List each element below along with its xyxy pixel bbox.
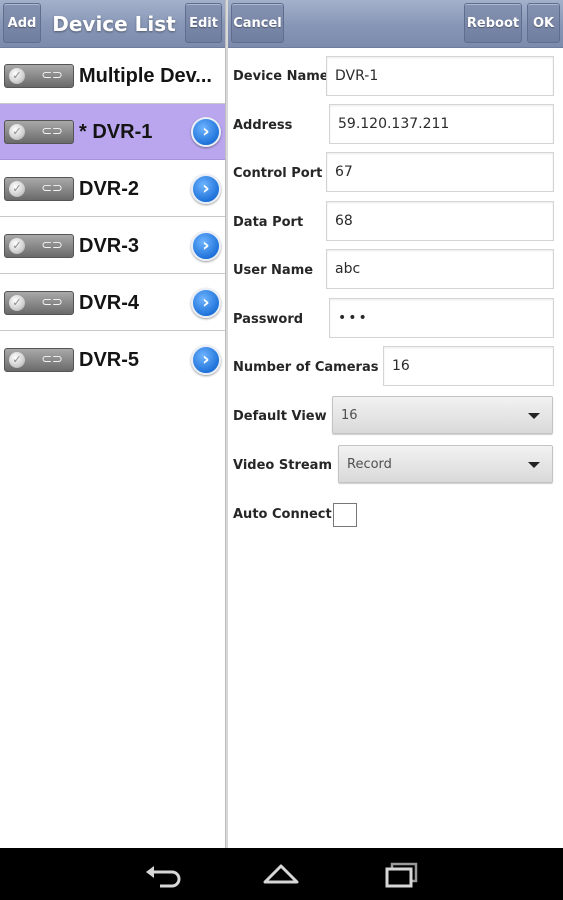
device-label: DVR-5	[79, 348, 140, 371]
cancel-button[interactable]: Cancel	[231, 3, 284, 43]
camera-device-icon: ✓ ⊂⊃	[4, 64, 74, 88]
control-port-field[interactable]	[326, 152, 554, 192]
device-label: Multiple Dev...	[79, 64, 212, 87]
system-navigation-bar	[0, 848, 563, 900]
edit-button[interactable]: Edit	[185, 3, 222, 43]
num-cameras-label: Number of Cameras	[233, 360, 379, 375]
data-port-field[interactable]	[326, 201, 554, 241]
chevron-down-icon	[528, 413, 540, 419]
auto-connect-checkbox[interactable]	[333, 503, 357, 527]
video-stream-value: Record	[347, 456, 392, 472]
camera-device-icon: ✓ ⊂⊃	[4, 234, 74, 258]
chevron-right-circle-icon[interactable]: ›	[191, 231, 221, 261]
chevron-down-icon	[528, 462, 540, 468]
camera-device-icon: ✓ ⊂⊃	[4, 348, 74, 372]
default-view-select[interactable]: 16	[332, 396, 553, 434]
user-name-field[interactable]	[326, 249, 554, 289]
device-list-title: Device List	[52, 11, 176, 36]
device-label: DVR-2	[79, 177, 140, 200]
device-row-dvr-1[interactable]: ✓ ⊂⊃ * DVR-1 ›	[0, 104, 225, 160]
auto-connect-label: Auto Connect	[233, 507, 332, 522]
data-port-label: Data Port	[233, 215, 304, 230]
device-label: DVR-3	[79, 234, 140, 257]
chevron-right-circle-icon[interactable]: ›	[191, 345, 221, 375]
device-label: * DVR-1	[79, 120, 153, 143]
address-field[interactable]	[329, 104, 554, 144]
camera-device-icon: ✓ ⊂⊃	[4, 291, 74, 315]
address-label: Address	[233, 118, 293, 133]
device-row-dvr-5[interactable]: ✓ ⊂⊃ DVR-5 ›	[0, 332, 225, 388]
device-row-dvr-3[interactable]: ✓ ⊂⊃ DVR-3 ›	[0, 218, 225, 274]
device-name-field[interactable]	[326, 56, 554, 96]
device-settings-toolbar: Cancel Reboot OK	[228, 0, 563, 48]
reboot-button[interactable]: Reboot	[464, 3, 522, 43]
device-row-multiple[interactable]: ✓ ⊂⊃ Multiple Dev...	[0, 48, 225, 104]
ok-button[interactable]: OK	[527, 3, 560, 43]
add-button[interactable]: Add	[3, 3, 41, 43]
camera-device-icon: ✓ ⊂⊃	[4, 120, 74, 144]
home-icon[interactable]	[259, 858, 303, 890]
num-cameras-field[interactable]	[383, 346, 554, 386]
camera-device-icon: ✓ ⊂⊃	[4, 177, 74, 201]
video-stream-select[interactable]: Record	[338, 445, 553, 483]
control-port-label: Control Port	[233, 166, 323, 181]
device-row-dvr-2[interactable]: ✓ ⊂⊃ DVR-2 ›	[0, 161, 225, 217]
device-label: DVR-4	[79, 291, 140, 314]
recent-apps-icon[interactable]	[380, 858, 424, 890]
password-label: Password	[233, 312, 304, 327]
device-name-label: Device Name	[233, 69, 329, 84]
chevron-right-circle-icon[interactable]: ›	[191, 288, 221, 318]
default-view-label: Default View	[233, 409, 327, 424]
back-icon[interactable]	[140, 858, 184, 890]
pane-divider	[225, 0, 228, 848]
default-view-value: 16	[341, 407, 358, 423]
chevron-right-circle-icon[interactable]: ›	[191, 174, 221, 204]
device-list-toolbar: Add Device List Edit	[0, 0, 225, 48]
password-field[interactable]	[329, 298, 554, 338]
video-stream-label: Video Stream	[233, 458, 332, 473]
device-row-dvr-4[interactable]: ✓ ⊂⊃ DVR-4 ›	[0, 275, 225, 331]
user-name-label: User Name	[233, 263, 314, 278]
chevron-right-circle-icon[interactable]: ›	[191, 117, 221, 147]
